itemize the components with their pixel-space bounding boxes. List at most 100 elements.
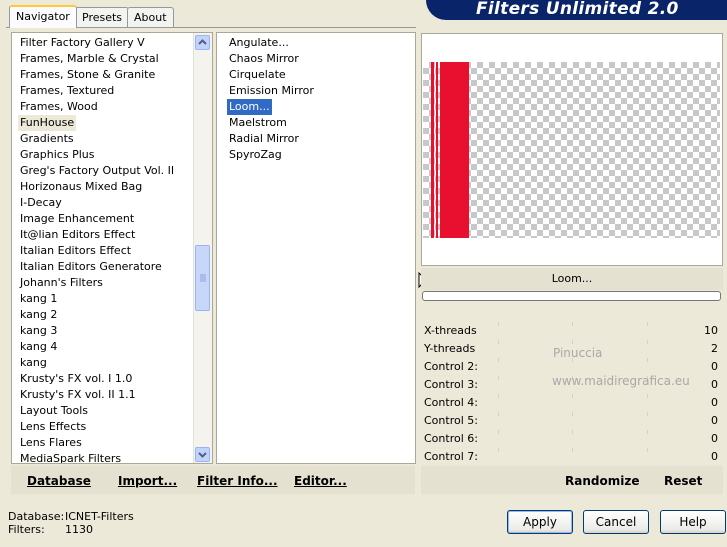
slider-tick	[572, 448, 573, 452]
category-item[interactable]: Krusty's FX vol. I 1.0	[20, 371, 132, 387]
slider-tick	[498, 376, 499, 380]
scroll-up-button[interactable]	[195, 35, 210, 50]
slider-tick	[498, 322, 499, 326]
slider-tick	[647, 394, 648, 398]
randomize-button[interactable]: Randomize	[565, 474, 639, 488]
category-item[interactable]: kang 1	[20, 291, 57, 307]
control-value: 0	[711, 378, 718, 391]
category-item[interactable]: It@lian Editors Effect	[20, 227, 135, 243]
category-item[interactable]: MediaSpark Filters	[20, 451, 121, 463]
category-item[interactable]: Frames, Wood	[20, 99, 98, 115]
category-item[interactable]: Frames, Textured	[20, 83, 114, 99]
control-slider-row[interactable]: Control 6: 0	[422, 430, 722, 448]
filter-item[interactable]: Angulate...	[229, 35, 289, 51]
category-item[interactable]: Frames, Stone & Granite	[20, 67, 155, 83]
editor-button[interactable]: Editor...	[294, 474, 347, 488]
slider-tick	[498, 412, 499, 416]
control-name: Control 5:	[424, 414, 478, 427]
category-item[interactable]: FunHouse	[18, 115, 77, 131]
category-item[interactable]: Image Enhancement	[20, 211, 134, 227]
control-name: Y-threads	[424, 342, 476, 355]
category-item[interactable]: Lens Flares	[20, 435, 82, 451]
chevron-up-icon	[198, 39, 207, 45]
filter-item[interactable]: Emission Mirror	[229, 83, 314, 99]
preview-image	[423, 62, 720, 238]
filter-item[interactable]: SpyroZag	[229, 147, 282, 163]
scroll-down-button[interactable]	[195, 447, 210, 462]
filter-item[interactable]: Maelstrom	[229, 115, 287, 131]
control-name: Control 2:	[424, 360, 478, 373]
import-button[interactable]: Import...	[118, 474, 177, 488]
category-item[interactable]: Greg's Factory Output Vol. II	[20, 163, 174, 179]
current-filter-label: Loom...	[421, 268, 723, 290]
filter-list[interactable]: Angulate... Chaos Mirror Cirquelate Emissio…	[216, 32, 416, 464]
slider-tick	[498, 430, 499, 434]
control-name: Control 7:	[424, 450, 478, 463]
database-button[interactable]: Database	[27, 474, 91, 488]
category-item[interactable]: kang 4	[20, 339, 57, 355]
chevron-down-icon	[198, 452, 207, 458]
app-title-banner: Filters Unlimited 2.0	[426, 0, 727, 20]
category-item[interactable]: Johann's Filters	[20, 275, 103, 291]
category-item[interactable]: Krusty's FX vol. II 1.1	[20, 387, 136, 403]
reset-button[interactable]: Reset	[664, 474, 702, 488]
control-value: 0	[711, 432, 718, 445]
category-list[interactable]: Filter Factory Gallery V Frames, Marble &…	[11, 32, 213, 464]
category-item[interactable]: Italian Editors Effect	[20, 243, 131, 259]
filters-count: 1130	[65, 523, 93, 536]
category-item[interactable]: Filter Factory Gallery V	[20, 35, 145, 51]
slider-tick	[572, 322, 573, 326]
stripe	[440, 62, 469, 238]
slider-tick	[647, 448, 648, 452]
category-item[interactable]: Frames, Marble & Crystal	[20, 51, 159, 67]
category-item[interactable]: Gradients	[20, 131, 74, 147]
category-item[interactable]: Layout Tools	[20, 403, 88, 419]
control-value: 0	[711, 360, 718, 373]
control-value: 0	[711, 450, 718, 463]
database-label: Database:	[8, 510, 65, 523]
control-slider-row[interactable]: Control 7: 0	[422, 448, 722, 466]
tab-about[interactable]: About	[127, 7, 174, 27]
control-value: 0	[711, 396, 718, 409]
control-value: 10	[704, 324, 718, 337]
control-slider-row[interactable]: X-threads 10	[422, 322, 722, 340]
category-item[interactable]: Lens Effects	[20, 419, 86, 435]
control-value: 0	[711, 414, 718, 427]
control-slider-row[interactable]: Control 5: 0	[422, 412, 722, 430]
tab-presets[interactable]: Presets	[75, 7, 130, 27]
filter-info-button[interactable]: Filter Info...	[197, 474, 278, 488]
slider-tick	[572, 412, 573, 416]
control-name: X-threads	[424, 324, 477, 337]
apply-button[interactable]: Apply	[507, 510, 573, 534]
slider-tick	[498, 358, 499, 362]
filter-item[interactable]: Radial Mirror	[229, 131, 299, 147]
category-scrollbar[interactable]	[193, 33, 212, 463]
control-value: 2	[711, 342, 718, 355]
help-button[interactable]: Help	[660, 510, 726, 534]
category-item[interactable]: Horizonaus Mixed Bag	[20, 179, 142, 195]
progress-bar	[422, 291, 721, 301]
filter-item[interactable]: Cirquelate	[229, 67, 286, 83]
filters-label: Filters:	[8, 523, 45, 536]
filter-item[interactable]: Loom...	[227, 99, 272, 115]
stripe	[436, 62, 438, 238]
slider-tick	[498, 394, 499, 398]
category-item[interactable]: I-Decay	[20, 195, 62, 211]
category-item[interactable]: kang 2	[20, 307, 57, 323]
control-name: Control 4:	[424, 396, 478, 409]
control-slider-row[interactable]: Control 4: 0	[422, 394, 722, 412]
scroll-thumb[interactable]	[195, 245, 210, 311]
category-item[interactable]: kang	[20, 355, 47, 371]
control-name: Control 6:	[424, 432, 478, 445]
stripe	[431, 62, 434, 238]
slider-tick	[572, 340, 573, 344]
category-item[interactable]: kang 3	[20, 323, 57, 339]
category-item[interactable]: Italian Editors Generatore	[20, 259, 162, 275]
cancel-button[interactable]: Cancel	[583, 510, 649, 534]
filter-item[interactable]: Chaos Mirror	[229, 51, 299, 67]
tab-navigator[interactable]: Navigator	[9, 5, 77, 28]
watermark-url: www.maidiregrafica.eu	[552, 374, 690, 388]
category-item[interactable]: Graphics Plus	[20, 147, 94, 163]
control-name: Control 3:	[424, 378, 478, 391]
database-value: ICNET-Filters	[65, 510, 134, 523]
